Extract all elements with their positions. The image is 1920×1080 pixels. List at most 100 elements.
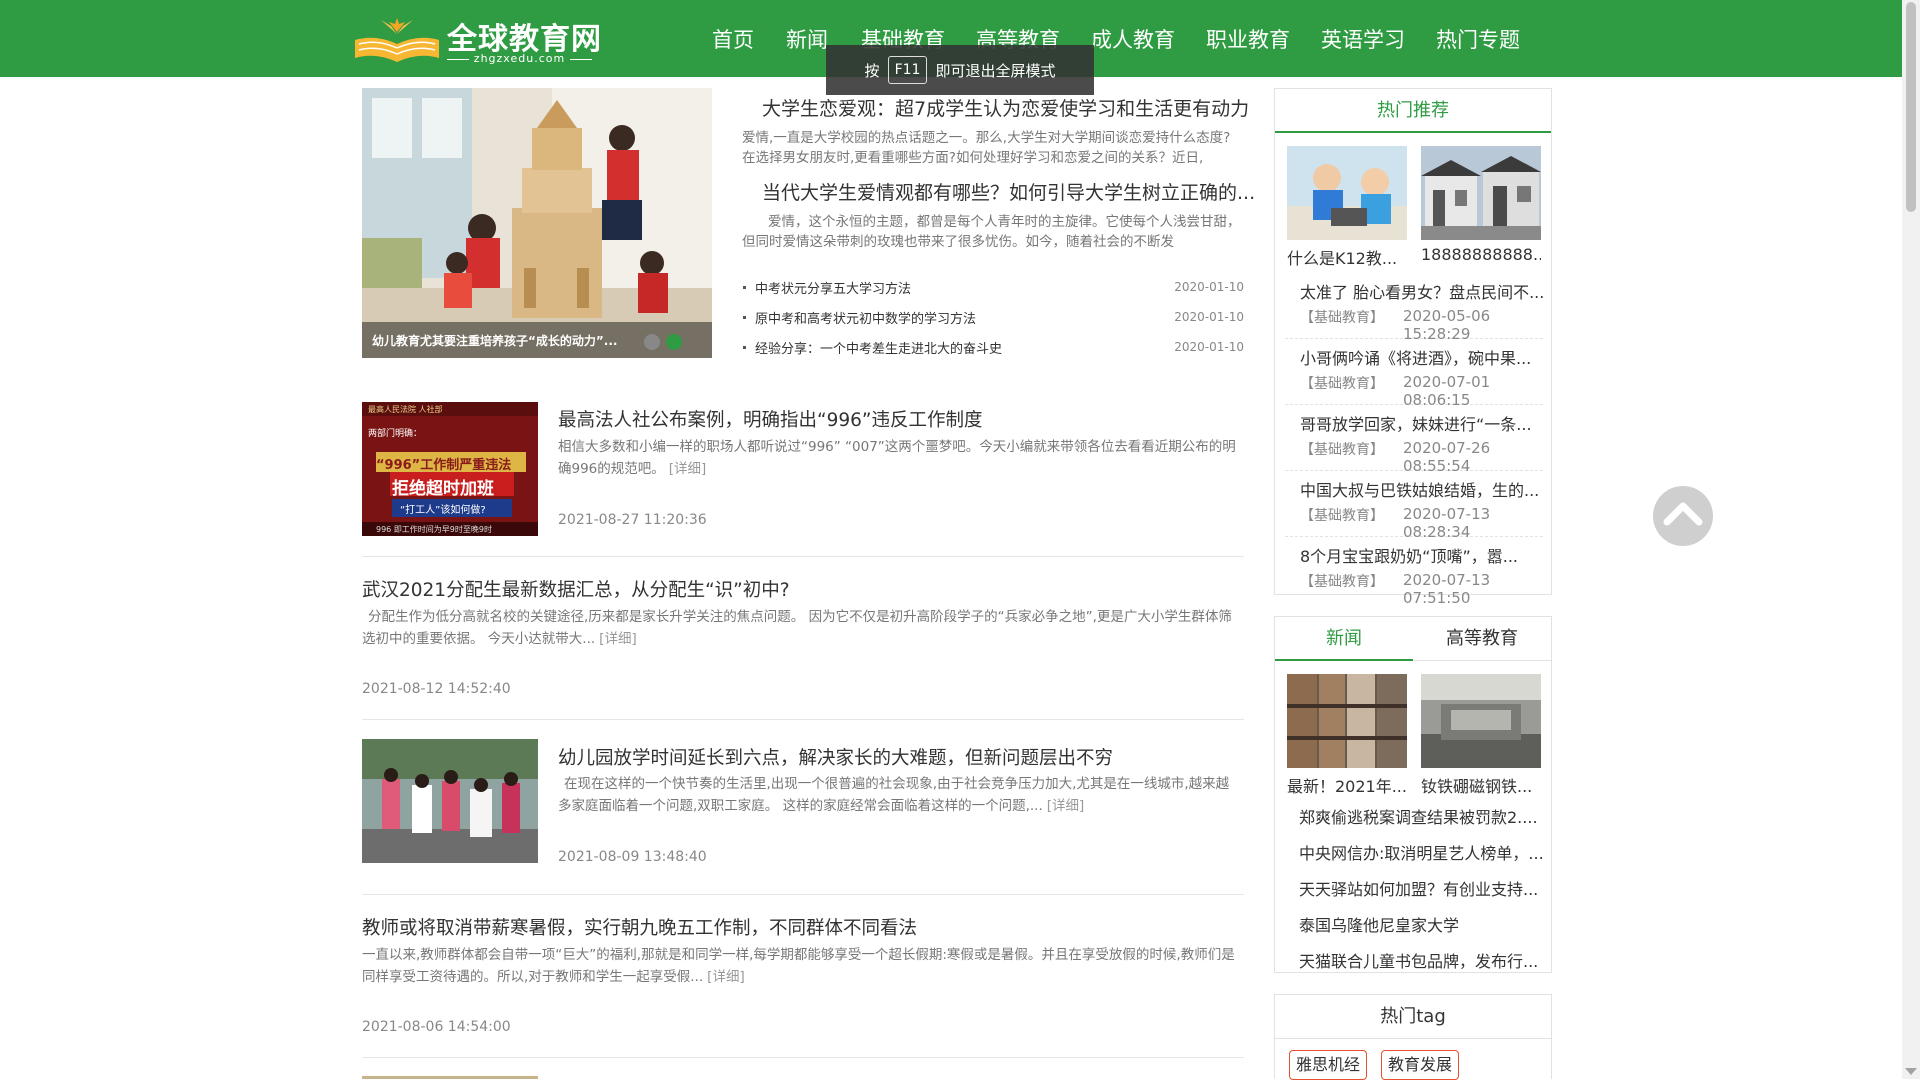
featured-slider[interactable]: 幼儿教育尤其要注重培养孩子“成长的动力”... — [362, 88, 712, 358]
hot-list-category[interactable]: 【基础教育】 — [1300, 505, 1384, 525]
article-thumbnail[interactable]: 最高人民法院 人社部 两部门明确： “996”工作制严重违法 拒绝超时加班 “打… — [362, 402, 538, 536]
logo-domain: zhgzxedu.com — [447, 52, 592, 65]
news-list-item[interactable]: 天天驿站如何加盟？有创业支持... — [1299, 876, 1543, 900]
hot-pic-caption[interactable]: 什么是K12教... — [1287, 245, 1407, 267]
hot-pic-image[interactable] — [1287, 146, 1407, 240]
thumb-text-line: 最高人民法院 人社部 — [368, 405, 443, 414]
site-logo[interactable]: 全球教育网 zhgzxedu.com — [351, 14, 601, 66]
hot-list-title[interactable]: 8个月宝宝跟奶奶“顶嘴”，嚣... — [1300, 543, 1543, 567]
featured-headline-2[interactable]: 当代大学生爱情观都有哪些？如何引导大学生树立正确的... — [762, 178, 1255, 205]
article-divider — [362, 719, 1244, 720]
hot-list-title[interactable]: 小哥俩吟诵《将进酒》，碗中果... — [1300, 345, 1543, 369]
hot-list-date: 2020-05-06 15:28:29 — [1403, 307, 1491, 343]
article-title[interactable]: 武汉2021分配生最新数据汇总，从分配生“识”初中? — [362, 576, 790, 602]
toast-prefix: 按 — [864, 61, 880, 80]
nav-item-english-learning[interactable]: 英语学习 — [1321, 24, 1405, 54]
mini-list-title[interactable]: 经验分享：一个中考差生走进北大的奋斗史 — [742, 338, 1002, 357]
news-pic-caption[interactable]: 最新！2021年... — [1287, 773, 1407, 795]
chevron-up-icon — [1663, 502, 1703, 526]
article-summary: 一直以来,教师群体都会自带一项“巨大”的福利,那就是和同学一样,每学期都能够享受… — [362, 947, 1235, 985]
factory-image — [1421, 674, 1541, 768]
bookshelf-image — [1287, 674, 1407, 768]
article-more-link[interactable]: [详细] — [707, 969, 745, 985]
article-more-link[interactable]: [详细] — [669, 461, 707, 477]
hot-list-date: 2020-07-01 08:06:15 — [1403, 373, 1491, 409]
scrollbar-thumb[interactable] — [1906, 2, 1916, 212]
mini-list-item[interactable]: 原中考和高考状元初中数学的学习方法 2020-01-10 — [740, 308, 1244, 332]
article-title[interactable]: 幼儿园放学时间延长到六点，解决家长的大难题，但新问题层出不穷 — [558, 744, 1113, 770]
news-tabs: 新闻 高等教育 — [1275, 617, 1551, 661]
featured-headline-1[interactable]: 大学生恋爱观：超7成学生认为恋爱使学习和生活更有动力 — [762, 94, 1249, 121]
hot-list-item[interactable]: 中国大叔与巴铁姑娘结婚，生的... 【基础教育】 2020-07-13 08:2… — [1285, 471, 1543, 541]
scroll-down-arrow-icon[interactable] — [1905, 1068, 1917, 1075]
nav-item-hot-topics[interactable]: 热门专题 — [1436, 24, 1520, 54]
news-pic-item[interactable]: 最新！2021年... — [1287, 674, 1407, 795]
mini-list-title[interactable]: 原中考和高考状元初中数学的学习方法 — [742, 308, 976, 327]
article-summary: 分配生作为低分高就名校的关键途径,历来都是家长升学关注的焦点问题。 因为它不仅是… — [362, 609, 1232, 647]
nav-item-home[interactable]: 首页 — [712, 24, 754, 54]
hot-list-title[interactable]: 太准了 胎心看男女？盘点民间不... — [1300, 279, 1543, 303]
news-pic-image[interactable] — [1421, 674, 1541, 768]
hot-list-title[interactable]: 哥哥放学回家，妹妹进行“一条... — [1300, 411, 1543, 435]
tab-higher-education[interactable]: 高等教育 — [1413, 617, 1551, 661]
hot-list-item[interactable]: 8个月宝宝跟奶奶“顶嘴”，嚣... 【基础教育】 2020-07-13 07:5… — [1285, 537, 1543, 607]
tab-news[interactable]: 新闻 — [1275, 617, 1413, 661]
mini-list-date: 2020-01-10 — [1174, 280, 1244, 294]
article-title[interactable]: 教师或将取消带薪寒暑假，实行朝九晚五工作制，不同群体不同看法 — [362, 914, 917, 940]
hot-list-item[interactable]: 小哥俩吟诵《将进酒》，碗中果... 【基础教育】 2020-07-01 08:0… — [1285, 339, 1543, 409]
slider-dot[interactable] — [644, 334, 660, 350]
mini-list-date: 2020-01-10 — [1174, 310, 1244, 324]
hot-pic-caption[interactable]: 18888888888... — [1421, 245, 1541, 267]
article-thumbnail[interactable] — [362, 739, 538, 863]
news-pic-item[interactable]: 钕铁硼磁钢铁... — [1421, 674, 1541, 795]
mini-list-item[interactable]: 经验分享：一个中考差生走进北大的奋斗史 2020-01-10 — [740, 338, 1244, 362]
tag-item[interactable]: 教育发展 — [1381, 1050, 1460, 1080]
kids-laptop-image — [1287, 146, 1407, 240]
news-tab-panel: 新闻 高等教育 最新！2021年... 钕铁硼磁钢铁... 郑爽偷逃税案调查结果… — [1274, 616, 1552, 973]
nav-item-adult-education[interactable]: 成人教育 — [1091, 24, 1175, 54]
article-item: 最高人民法院 人社部 两部门明确： “996”工作制严重违法 拒绝超时加班 “打… — [362, 402, 1244, 557]
mini-list-date: 2020-01-10 — [1174, 340, 1244, 354]
hot-tags-panel: 热门tag 雅思机经 教育发展 — [1274, 994, 1552, 1080]
mini-list-title[interactable]: 中考状元分享五大学习方法 — [742, 278, 911, 297]
tag-item[interactable]: 雅思机经 — [1289, 1050, 1368, 1080]
thumb-text-line: “996”工作制严重违法 — [376, 458, 512, 473]
back-to-top-button[interactable] — [1653, 486, 1713, 546]
news-list-item[interactable]: 天猫联合儿童书包品牌，发布行... — [1299, 948, 1543, 972]
hot-pic-image[interactable] — [1421, 146, 1541, 240]
hot-list-item[interactable]: 太准了 胎心看男女？盘点民间不... 【基础教育】 2020-05-06 15:… — [1285, 273, 1543, 343]
nav-item-news[interactable]: 新闻 — [786, 24, 828, 54]
article-item: 武汉2021分配生最新数据汇总，从分配生“识”初中? 分配生作为低分高就名校的关… — [362, 574, 1244, 720]
article-summary: 在现在这样的一个快节奏的生活里,出现一个很普遍的社会现象,由于社会竞争压力加大,… — [558, 776, 1230, 814]
article-more-link[interactable]: [详细] — [1047, 798, 1085, 814]
tag-list: 雅思机经 教育发展 — [1275, 1039, 1551, 1080]
page-scrollbar[interactable] — [1902, 0, 1920, 1079]
featured-summary-2: 爱情，这个永恒的主题，都曾是每个人青年时的主旋律。它使每个人浅尝甘甜，但同时爱情… — [742, 214, 1241, 250]
hot-list-category[interactable]: 【基础教育】 — [1300, 439, 1384, 459]
news-list-item[interactable]: 中央网信办:取消明星艺人榜单，... — [1299, 840, 1543, 864]
article-more-link[interactable]: [详细] — [599, 631, 637, 647]
article-time: 2021-08-09 13:48:40 — [558, 849, 707, 865]
thumb-text-line: “打工人”该如何做? — [400, 505, 486, 516]
hot-list-category[interactable]: 【基础教育】 — [1300, 307, 1384, 327]
hot-pic-item[interactable]: 18888888888... — [1421, 146, 1541, 267]
hot-list-item[interactable]: 哥哥放学回家，妹妹进行“一条... 【基础教育】 2020-07-26 08:5… — [1285, 405, 1543, 475]
hot-list-date: 2020-07-13 07:51:50 — [1403, 571, 1491, 607]
news-pic-caption[interactable]: 钕铁硼磁钢铁... — [1421, 773, 1541, 795]
news-list-item[interactable]: 郑爽偷逃税案调查结果被罚款2.... — [1299, 804, 1543, 828]
news-pic-image[interactable] — [1287, 674, 1407, 768]
news-list-item[interactable]: 泰国乌隆他尼皇家大学 — [1299, 912, 1543, 936]
slider-image — [362, 88, 712, 358]
article-divider — [362, 556, 1244, 557]
article-time: 2021-08-06 14:54:00 — [362, 1019, 511, 1035]
hot-list-category[interactable]: 【基础教育】 — [1300, 571, 1384, 591]
street-building-image — [1421, 146, 1541, 240]
hot-list-category[interactable]: 【基础教育】 — [1300, 373, 1384, 393]
featured-summary-1: 爱情,一直是大学校园的热点话题之一。那么,大学生对大学期间谈恋爱持什么态度?在选… — [742, 130, 1231, 166]
mini-list-item[interactable]: 中考状元分享五大学习方法 2020-01-10 — [740, 278, 1244, 302]
article-title[interactable]: 最高法人社公布案例，明确指出“996”违反工作制度 — [558, 406, 982, 432]
hot-pic-item[interactable]: 什么是K12教... — [1287, 146, 1407, 267]
hot-list-title[interactable]: 中国大叔与巴铁姑娘结婚，生的... — [1300, 477, 1543, 501]
nav-item-vocational-education[interactable]: 职业教育 — [1206, 24, 1290, 54]
slider-dot-active[interactable] — [666, 334, 682, 350]
